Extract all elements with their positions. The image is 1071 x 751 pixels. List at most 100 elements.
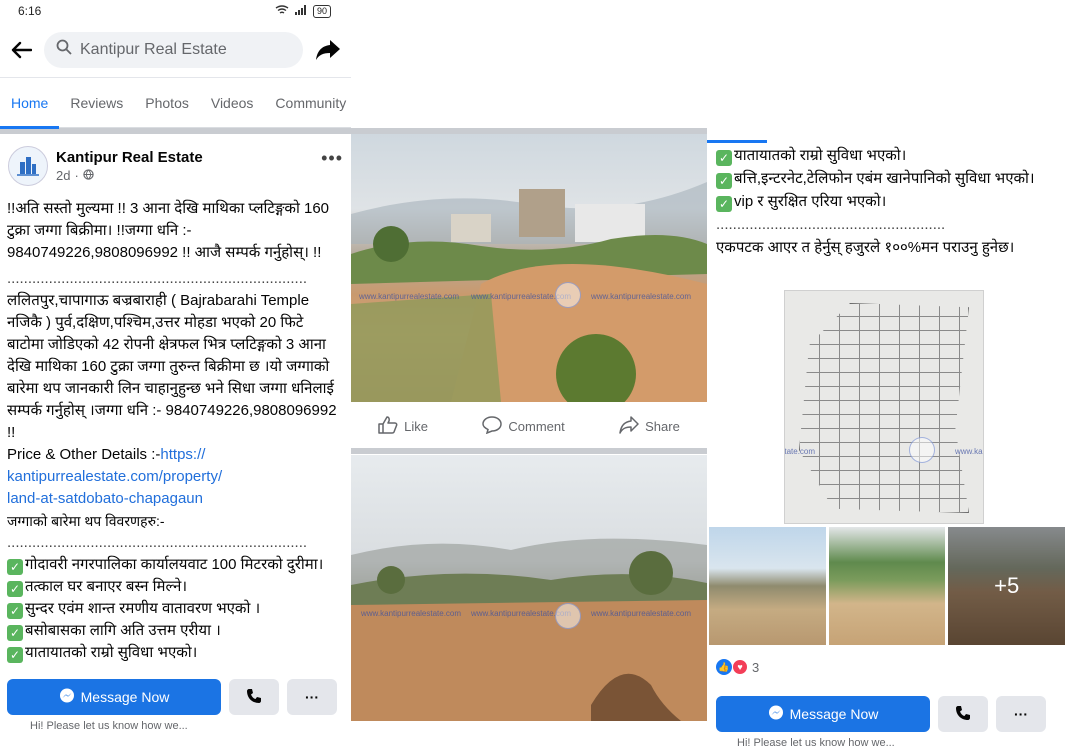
wifi-icon [275,4,289,18]
dots-divider: ........................................… [716,216,946,233]
price-line: Price & Other Details :-https:// [7,444,344,466]
post-header: Kantipur Real Estate 2d · ••• [0,134,351,192]
like-icon [378,415,398,437]
more-info-heading: जग्गाको बारेमा थप विवरणहरु:- [7,513,165,529]
tab-photos[interactable]: Photos [134,78,200,128]
messenger-icon [59,688,75,707]
messenger-icon [768,705,784,724]
reaction-summary[interactable]: 👍 ♥ 3 [716,659,759,675]
watermark-logo-icon [909,437,935,463]
feature-item: ✓ यातायातको राम्रो सुविधा भएको। [716,144,1061,167]
back-arrow-icon[interactable] [8,37,34,63]
section-separator [351,448,707,454]
cta-row: Message Now ··· [7,679,337,715]
message-now-button[interactable]: Message Now [7,679,221,715]
cta-row: Message Now ··· [716,696,1046,732]
post-author-block: Kantipur Real Estate 2d · [56,149,203,183]
watermark-logo-icon [555,603,581,629]
avatar[interactable] [8,146,48,186]
watermark-logo-icon [555,282,581,308]
tab-community[interactable]: Community [264,78,351,128]
left-panel: 6:16 90 Kantipur Real Estate Home Review… [0,0,351,751]
like-reaction-icon: 👍 [716,659,732,675]
checkmark-icon: ✓ [716,196,732,212]
phone-icon [955,705,971,724]
search-placeholder: Kantipur Real Estate [80,40,227,58]
dots-divider: ........................................… [7,270,308,287]
status-time: 6:16 [18,4,42,18]
post-intro: !!अति सस्तो मुल्यमा !! 3 आना देखि माथिका… [7,200,330,261]
feature-item: ✓ गोदावरी नगरपालिका कार्यालयवाट 100 मिटरक… [7,554,344,576]
checkmark-icon: ✓ [7,603,23,619]
post-age[interactable]: 2d [56,168,70,183]
comment-button[interactable]: Comment [482,415,565,437]
page-tabs: Home Reviews Photos Videos Community [0,78,351,129]
checkmark-icon: ✓ [7,581,23,597]
share-button[interactable]: Share [619,415,680,437]
message-now-button[interactable]: Message Now [716,696,930,732]
globe-icon [83,168,94,183]
battery-icon: 90 [312,4,331,18]
checkmark-icon: ✓ [716,173,732,189]
post-body: ललितपुर,चापागाऊ बज्रबाराही ( Bajrabarahi… [7,292,337,441]
comment-icon [482,415,503,437]
status-bar: 6:16 90 [0,0,351,22]
checkmark-icon: ✓ [7,625,23,641]
dots-divider-2: ........................................… [7,534,308,551]
price-label: Price & Other Details :- [7,446,161,463]
tab-videos[interactable]: Videos [200,78,265,128]
share-icon[interactable] [313,35,343,65]
right-panel: ✓ यातायातको राम्रो सुविधा भएको। ✓ बत्ति,इन… [707,0,1071,751]
post-actions: Like Comment Share [351,404,707,448]
feature-item: ✓ vip र सुरक्षित एरिया भएको। [716,190,1061,213]
like-button[interactable]: Like [378,415,429,437]
post-meta: 2d · [56,168,203,183]
watermark-text: www.kantipurrealestate.com [591,609,692,618]
land-photo-1[interactable]: www.kantipurrealestate.com www.kantipurr… [351,134,707,402]
more-photos-overlay[interactable]: +5 [948,527,1066,645]
tab-reviews[interactable]: Reviews [59,78,134,128]
feature-item: ✓ बत्ति,इन्टरनेट,टेलिफोन एबंम खानेपानिको … [716,167,1061,190]
thumbnail-photo[interactable] [828,527,946,645]
status-icons: 90 [275,4,331,18]
land-photo-2[interactable]: www.kantipurrealestate.com www.kantipurr… [351,455,707,721]
checkmark-icon: ✓ [716,150,732,166]
chat-hint: Hi! Please let us know how we... [737,737,895,749]
checkmark-icon: ✓ [7,559,23,575]
top-bar: Kantipur Real Estate [0,22,351,78]
call-button[interactable] [938,696,988,732]
watermark-text: www.kantipurrealestate.com [359,292,460,301]
comment-label: Comment [508,418,565,434]
chat-hint: Hi! Please let us know how we... [30,720,188,732]
message-now-label: Message Now [80,689,170,705]
reaction-count: 3 [752,659,760,675]
feature-item: ✓ बसोबासका लागि अति उत्तम एरीया । [7,620,344,642]
plot-map-drawing [799,303,969,513]
love-reaction-icon: ♥ [732,659,748,675]
phone-icon [246,688,262,707]
watermark-text: www.kantipurrealestate.com [361,609,462,618]
like-label: Like [404,418,429,434]
watermark-text: www.kantipurrealestate.com [591,292,692,301]
tab-home[interactable]: Home [0,78,60,129]
feature-item: ✓ तत्काल घर बनाएर बस्न मिल्ने। [7,576,344,598]
post-author[interactable]: Kantipur Real Estate [56,149,203,166]
middle-panel: www.kantipurrealestate.com www.kantipurr… [351,0,707,751]
search-input[interactable]: Kantipur Real Estate [44,31,303,68]
more-options-button[interactable]: ··· [996,696,1046,732]
feature-item: ✓ सुन्दर एवंम शान्त रमणीय वातावरण भएको । [7,598,344,620]
more-options-button[interactable]: ··· [287,679,337,715]
signal-icon [294,4,307,18]
thumbnail-photo[interactable] [709,527,826,645]
meta-dot: · [74,168,79,183]
thumbnail-photo[interactable]: +5 [948,527,1066,645]
property-link-part-2[interactable]: kantipurrealestate.com/property/ [7,466,344,488]
post-text-continued: ✓ यातायातको राम्रो सुविधा भएको। ✓ बत्ति,इन… [716,144,1061,259]
watermark-text: www.kantipurrealestate.com [784,447,816,456]
post-more-icon[interactable]: ••• [321,148,343,169]
plot-plan-image[interactable]: www.kantipurrealestate.com www.kantipurr… [784,290,984,524]
call-button[interactable] [229,679,279,715]
property-link-part-3[interactable]: land-at-satdobato-chapagaun [7,488,344,510]
property-link-part-1[interactable]: https:// [160,446,205,463]
photo-thumbnails: +5 [709,527,1066,645]
